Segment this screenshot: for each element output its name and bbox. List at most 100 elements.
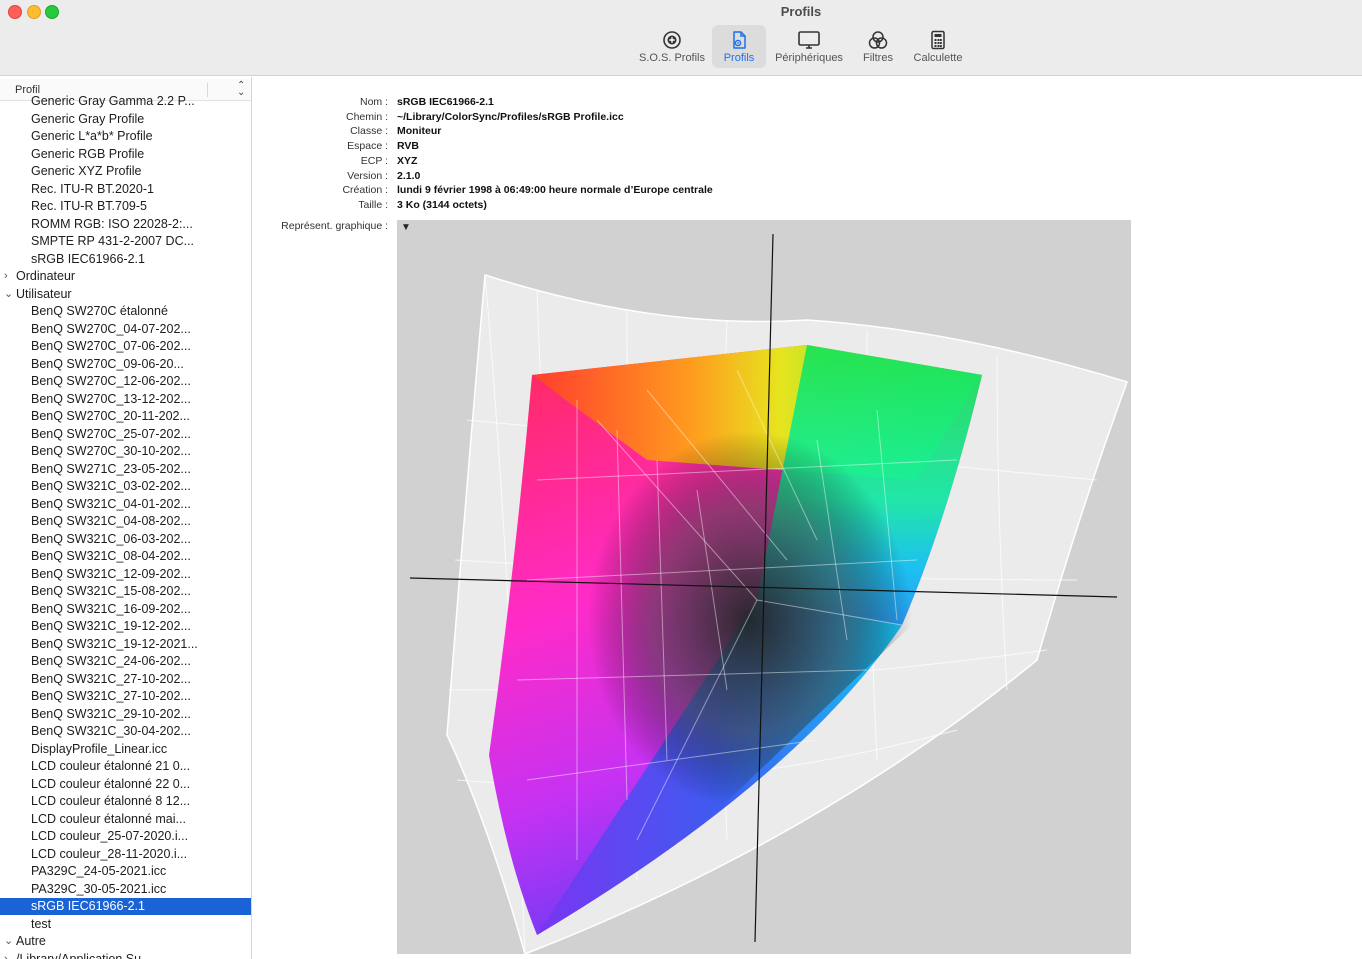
- sidebar-profile-item[interactable]: BenQ SW321C_06-03-202...: [0, 531, 251, 548]
- sidebar-profile-item[interactable]: BenQ SW321C_16-09-202...: [0, 601, 251, 618]
- sidebar-profile-item[interactable]: LCD couleur_25-07-2020.i...: [0, 828, 251, 845]
- info-field-label: Classe :: [350, 125, 388, 138]
- info-field-label: ECP :: [360, 154, 388, 167]
- sidebar-profile-item[interactable]: BenQ SW321C_12-09-202...: [0, 566, 251, 583]
- info-field-value: lundi 9 février 1998 à 06:49:00 heure no…: [397, 184, 713, 197]
- sidebar-item-label: BenQ SW270C_20-11-202...: [31, 409, 190, 423]
- sidebar-profile-item[interactable]: DisplayProfile_Linear.icc: [0, 741, 251, 758]
- sidebar-profile-item[interactable]: LCD couleur étalonné mai...: [0, 811, 251, 828]
- sidebar-profile-item[interactable]: Generic Gray Profile: [0, 111, 251, 128]
- gamut-graph[interactable]: ▼: [397, 220, 1131, 954]
- sidebar-profile-item[interactable]: BenQ SW321C_19-12-2021...: [0, 636, 251, 653]
- sidebar-profile-item[interactable]: BenQ SW321C_19-12-202...: [0, 618, 251, 635]
- plus-circle-icon: [663, 31, 681, 49]
- sidebar-item-label: BenQ SW321C_04-01-202...: [31, 496, 191, 511]
- sidebar-item-label: LCD couleur_28-11-2020.i...: [31, 846, 188, 861]
- sidebar-item-label: LCD couleur_25-07-2020.i...: [31, 829, 189, 843]
- sidebar-item-label: SMPTE RP 431-2-2007 DC...: [31, 234, 195, 248]
- sidebar-group[interactable]: › Ordinateur: [0, 268, 251, 285]
- sidebar-item-label: BenQ SW270C_13-12-202...: [31, 391, 191, 406]
- gamut-3d-plot: [409, 233, 1128, 954]
- chevron-down-icon[interactable]: ⌄: [4, 933, 13, 950]
- sidebar-profile-item[interactable]: BenQ SW270C_09-06-20...: [0, 356, 251, 373]
- sidebar-profile-item[interactable]: Rec. ITU-R BT.2020-1: [0, 181, 251, 198]
- sidebar-profile-item[interactable]: Generic Gray Gamma 2.2 P...: [0, 93, 251, 110]
- sidebar-item-label: Generic Gray Profile: [31, 111, 145, 126]
- sidebar-profile-item[interactable]: BenQ SW270C étalonné: [0, 303, 251, 320]
- toolbar-filtres[interactable]: Filtres: [856, 25, 900, 68]
- sidebar-item-label: LCD couleur étalonné 8 12...: [31, 794, 191, 808]
- sidebar-group[interactable]: ⌄ Autre: [0, 933, 251, 950]
- graph-label: Représent. graphique :: [281, 220, 388, 232]
- info-field-label: Création :: [342, 184, 388, 197]
- sidebar-profile-item[interactable]: sRGB IEC61966-2.1: [0, 251, 251, 268]
- sidebar-item-label: BenQ SW321C_06-03-202...: [31, 531, 191, 546]
- profile-document-icon: [733, 31, 746, 49]
- window-title: Profils: [780, 4, 822, 19]
- sidebar-profile-item[interactable]: Generic L*a*b* Profile: [0, 128, 251, 145]
- chevron-down-icon[interactable]: ⌄: [4, 286, 13, 303]
- sidebar-profile-item[interactable]: LCD couleur étalonné 22 0...: [0, 776, 251, 793]
- toolbar-peripheriques[interactable]: Périphériques: [770, 25, 848, 68]
- sidebar-item-label: BenQ SW321C_12-09-202...: [31, 566, 191, 581]
- sidebar-profile-item[interactable]: BenQ SW270C_12-06-202...: [0, 373, 251, 390]
- profile-detail: Nom : sRGB IEC61966-2.1 Chemin : ~/Library/…: [252, 77, 1362, 959]
- sidebar-item-label: LCD couleur étalonné 21 0...: [31, 759, 191, 773]
- sidebar-profile-item[interactable]: Generic XYZ Profile: [0, 163, 251, 180]
- sidebar-profile-item[interactable]: PA329C_30-05-2021.icc: [0, 881, 251, 898]
- sidebar-profile-item[interactable]: BenQ SW270C_25-07-202...: [0, 426, 251, 443]
- sidebar-profile-item[interactable]: sRGB IEC61966-2.1: [0, 898, 251, 915]
- sidebar-profile-item[interactable]: BenQ SW321C_15-08-202...: [0, 583, 251, 600]
- info-field-value: ~/Library/ColorSync/Profiles/sRGB Profil…: [397, 110, 624, 123]
- sidebar-profile-item[interactable]: BenQ SW321C_29-10-202...: [0, 706, 251, 723]
- sidebar-profile-item[interactable]: BenQ SW321C_04-08-202...: [0, 513, 251, 530]
- toolbar-sos-profils[interactable]: S.O.S. Profils: [636, 25, 708, 68]
- sidebar-item-label: BenQ SW321C_08-04-202...: [31, 549, 191, 563]
- sidebar-item-label: Generic L*a*b* Profile: [31, 129, 153, 143]
- graph-disclosure-icon[interactable]: ▼: [401, 222, 411, 233]
- sidebar-profile-item[interactable]: BenQ SW321C_27-10-202...: [0, 688, 251, 705]
- sidebar-profile-item[interactable]: ROMM RGB: ISO 22028-2:...: [0, 216, 251, 233]
- sidebar-item-label: ROMM RGB: ISO 22028-2:...: [31, 216, 193, 231]
- info-field-value: 2.1.0: [397, 169, 421, 182]
- sidebar-group[interactable]: ⌄ Utilisateur: [0, 286, 251, 303]
- sidebar-item-label: Utilisateur: [16, 286, 72, 301]
- sidebar-item-label: BenQ SW270C_12-06-202...: [31, 374, 191, 388]
- sidebar-profile-item[interactable]: BenQ SW321C_03-02-202...: [0, 478, 251, 495]
- sidebar-item-label: BenQ SW270C_30-10-202...: [31, 444, 191, 458]
- sidebar-item-label: BenQ SW270C étalonné: [31, 304, 168, 318]
- sidebar-profile-item[interactable]: BenQ SW321C_08-04-202...: [0, 548, 251, 565]
- toolbar-calculette[interactable]: Calculette: [906, 25, 970, 68]
- toolbar-profils[interactable]: Profils: [712, 25, 766, 68]
- info-field-label: Nom :: [359, 96, 388, 108]
- sidebar-item-label: BenQ SW321C_03-02-202...: [31, 479, 191, 493]
- chevron-right-icon[interactable]: ›: [4, 268, 8, 285]
- sidebar-profile-item[interactable]: BenQ SW321C_04-01-202...: [0, 496, 251, 513]
- sidebar-profile-item[interactable]: BenQ SW270C_20-11-202...: [0, 408, 251, 425]
- sidebar-profile-item[interactable]: BenQ SW270C_13-12-202...: [0, 391, 251, 408]
- sidebar-group[interactable]: › /Library/Application Su...: [0, 951, 251, 959]
- sidebar-profile-item[interactable]: BenQ SW270C_30-10-202...: [0, 443, 251, 460]
- sidebar-item-label: Generic XYZ Profile: [31, 164, 142, 178]
- sidebar-profile-item[interactable]: BenQ SW321C_30-04-202...: [0, 723, 251, 740]
- sidebar-profile-item[interactable]: PA329C_24-05-2021.icc: [0, 863, 251, 880]
- sidebar-profile-item[interactable]: SMPTE RP 431-2-2007 DC...: [0, 233, 251, 250]
- sidebar-profile-item[interactable]: LCD couleur_28-11-2020.i...: [0, 846, 251, 863]
- sidebar-profile-item[interactable]: BenQ SW270C_07-06-202...: [0, 338, 251, 355]
- info-field-value: 3 Ko (3144 octets): [397, 198, 487, 211]
- sidebar-profile-item[interactable]: Generic RGB Profile: [0, 146, 251, 163]
- sidebar-profile-item[interactable]: LCD couleur étalonné 8 12...: [0, 793, 251, 810]
- sidebar-item-label: Generic Gray Gamma 2.2 P...: [31, 94, 195, 108]
- sidebar-profile-item[interactable]: BenQ SW271C_23-05-202...: [0, 461, 251, 478]
- sidebar-profile-item[interactable]: test: [0, 916, 251, 933]
- sidebar-item-label: BenQ SW270C_07-06-202...: [31, 339, 191, 353]
- chevron-right-icon[interactable]: ›: [4, 951, 8, 959]
- sidebar-item-label: test: [31, 916, 52, 931]
- sidebar-profile-item[interactable]: BenQ SW321C_27-10-202...: [0, 671, 251, 688]
- sidebar-profile-item[interactable]: BenQ SW270C_04-07-202...: [0, 321, 251, 338]
- sidebar-item-label: BenQ SW271C_23-05-202...: [31, 461, 191, 476]
- sidebar-profile-item[interactable]: LCD couleur étalonné 21 0...: [0, 758, 251, 775]
- sidebar-profile-item[interactable]: Rec. ITU-R BT.709-5: [0, 198, 251, 215]
- sidebar-item-label: LCD couleur étalonné mai...: [31, 811, 186, 826]
- sidebar-profile-item[interactable]: BenQ SW321C_24-06-202...: [0, 653, 251, 670]
